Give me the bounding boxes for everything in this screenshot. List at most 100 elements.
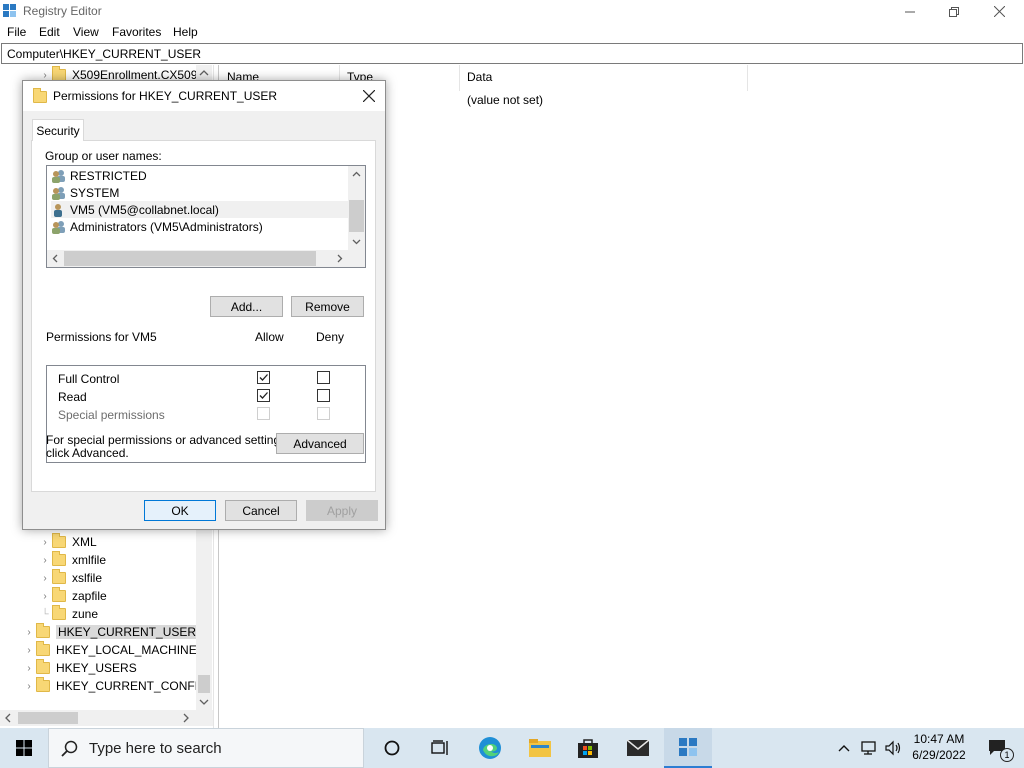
folder-icon [52, 533, 66, 548]
advanced-hint-line1: For special permissions or advanced sett… [46, 433, 290, 447]
tree-item-hkey-current-user[interactable]: › HKEY_CURRENT_USER [22, 623, 199, 641]
list-item-vm5[interactable]: VM5 (VM5@collabnet.local) [51, 201, 349, 218]
windows-logo-icon [16, 740, 32, 756]
full-control-deny-checkbox[interactable] [317, 371, 330, 384]
edge-button[interactable] [466, 728, 514, 768]
menu-edit[interactable]: Edit [39, 25, 60, 39]
taskbar-search-box[interactable]: Type here to search [48, 728, 364, 768]
show-hidden-icons-button[interactable] [832, 728, 856, 768]
file-explorer-icon [529, 739, 551, 757]
value-data-cell[interactable]: (value not set) [467, 93, 543, 107]
scroll-down-arrow-icon[interactable] [196, 694, 212, 710]
checkmark-icon [259, 392, 268, 399]
network-button[interactable] [858, 728, 882, 768]
user-name: Administrators (VM5\Administrators) [70, 219, 263, 234]
scroll-left-arrow-icon[interactable] [47, 250, 64, 267]
folder-icon [36, 677, 50, 692]
column-divider[interactable] [747, 65, 748, 91]
column-divider[interactable] [459, 65, 460, 91]
volume-button[interactable] [882, 728, 906, 768]
mail-button[interactable] [614, 728, 662, 768]
tree-item-label: xmlfile [72, 553, 107, 567]
group-icon [52, 186, 65, 200]
expand-chevron-icon[interactable]: › [38, 555, 52, 566]
tree-item[interactable]: └ zune [38, 605, 98, 623]
expand-chevron-icon[interactable]: › [22, 645, 36, 656]
column-header-data[interactable]: Data [467, 70, 492, 84]
widgets-button[interactable] [416, 728, 464, 768]
menu-view[interactable]: View [73, 25, 99, 39]
tree-item[interactable]: › XML [38, 533, 97, 551]
taskbar-clock[interactable]: 10:47 AM 6/29/2022 [904, 731, 974, 763]
expand-chevron-icon[interactable]: › [22, 627, 36, 638]
expand-chevron-icon[interactable]: › [38, 591, 52, 602]
tab-security[interactable]: Security [32, 119, 84, 141]
tree-item-hkey-users[interactable]: › HKEY_USERS [22, 659, 137, 677]
scroll-right-arrow-icon[interactable] [331, 250, 348, 267]
tree-item[interactable]: › xslfile [38, 569, 102, 587]
store-button[interactable] [564, 728, 612, 768]
tree-item-label: zune [72, 607, 99, 621]
add-button[interactable]: Add... [210, 296, 283, 317]
remove-button[interactable]: Remove [291, 296, 364, 317]
list-item-administrators[interactable]: Administrators (VM5\Administrators) [51, 218, 263, 235]
expand-chevron-icon[interactable]: › [38, 537, 52, 548]
permission-full-control: Full Control [58, 372, 120, 386]
registry-editor-taskbar-button[interactable] [664, 728, 712, 768]
list-item-restricted[interactable]: RESTRICTED [51, 167, 147, 184]
address-bar[interactable]: Computer\HKEY_CURRENT_USER [1, 43, 1023, 64]
group-user-list[interactable]: RESTRICTED SYSTEM VM5 (VM5@collabnet.loc… [46, 165, 366, 268]
expand-chevron-icon[interactable]: › [22, 663, 36, 674]
close-button[interactable] [976, 0, 1022, 23]
file-explorer-button[interactable] [516, 728, 564, 768]
folder-icon [36, 623, 50, 638]
scroll-up-arrow-icon[interactable] [348, 166, 365, 183]
list-vertical-scrollbar[interactable] [348, 166, 365, 250]
clock-date: 6/29/2022 [912, 748, 966, 762]
window-title: Registry Editor [23, 4, 102, 18]
scrollbar-thumb[interactable] [64, 251, 316, 266]
scrollbar-thumb[interactable] [18, 712, 78, 724]
menu-help[interactable]: Help [173, 25, 198, 39]
scroll-down-arrow-icon[interactable] [348, 233, 365, 250]
restore-button[interactable] [931, 0, 977, 23]
group-names-label: Group or user names: [45, 149, 162, 163]
ok-button[interactable]: OK [144, 500, 216, 521]
tree-horizontal-scrollbar[interactable] [0, 710, 213, 726]
list-item-system[interactable]: SYSTEM [51, 184, 119, 201]
security-tab-panel: Group or user names: RESTRICTED SYSTEM V… [31, 140, 376, 492]
expand-chevron-icon[interactable]: › [38, 573, 52, 584]
tree-item[interactable]: › xmlfile [38, 551, 106, 569]
task-view-button[interactable] [368, 728, 416, 768]
scroll-up-arrow-icon[interactable] [196, 65, 212, 81]
read-deny-checkbox[interactable] [317, 389, 330, 402]
expand-chevron-icon[interactable]: › [38, 70, 52, 81]
tree-item-label: xslfile [72, 571, 103, 585]
menu-bar: File Edit View Favorites Help [0, 23, 1024, 43]
cancel-button[interactable]: Cancel [225, 500, 297, 521]
tree-item[interactable]: › zapfile [38, 587, 107, 605]
user-name: VM5 (VM5@collabnet.local) [70, 202, 219, 217]
list-horizontal-scrollbar[interactable] [47, 250, 365, 267]
scroll-right-arrow-icon[interactable] [178, 710, 194, 726]
menu-favorites[interactable]: Favorites [112, 25, 161, 39]
advanced-button[interactable]: Advanced [276, 433, 364, 454]
tree-item-hkey-current-config[interactable]: › HKEY_CURRENT_CONFIG [22, 677, 207, 695]
folder-icon [52, 569, 66, 584]
full-control-allow-checkbox[interactable] [257, 371, 270, 384]
dialog-close-button[interactable] [359, 86, 379, 106]
minimize-button[interactable] [887, 0, 933, 23]
scroll-left-arrow-icon[interactable] [0, 710, 16, 726]
scrollbar-thumb[interactable] [198, 675, 210, 693]
dialog-titlebar[interactable]: Permissions for HKEY_CURRENT_USER [23, 81, 385, 111]
group-icon [52, 220, 65, 234]
tree-item-hkey-local-machine[interactable]: › HKEY_LOCAL_MACHINE [22, 641, 197, 659]
expand-chevron-icon[interactable]: › [22, 681, 36, 692]
start-button[interactable] [0, 728, 48, 768]
notification-center-button[interactable]: 1 [978, 728, 1018, 768]
permission-read: Read [58, 390, 87, 404]
menu-file[interactable]: File [7, 25, 26, 39]
checkmark-icon [259, 374, 268, 381]
scrollbar-thumb[interactable] [349, 200, 364, 232]
read-allow-checkbox[interactable] [257, 389, 270, 402]
